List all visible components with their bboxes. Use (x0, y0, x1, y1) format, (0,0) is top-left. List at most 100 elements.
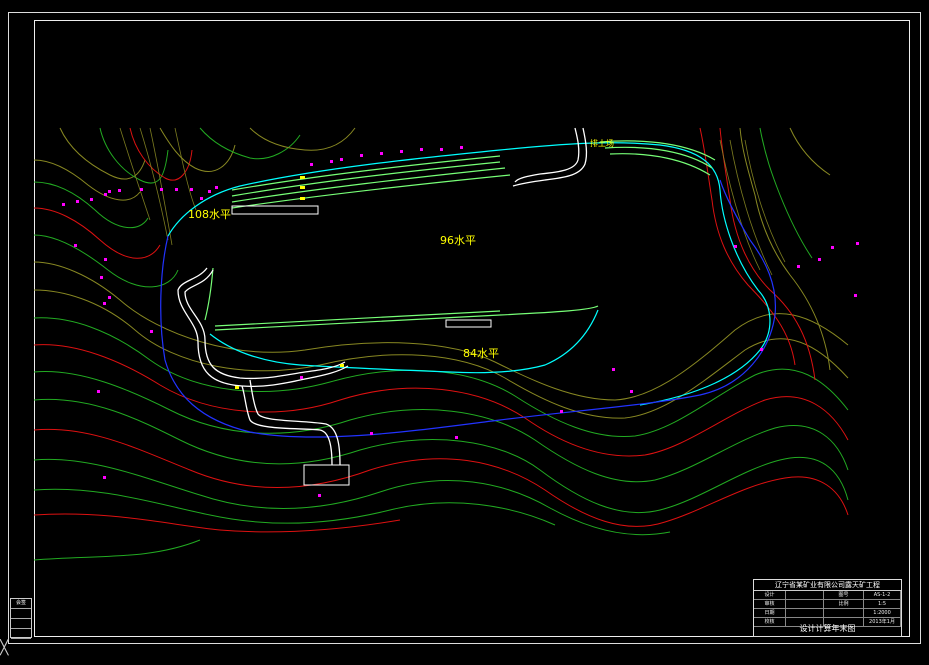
road-edge (241, 385, 333, 466)
survey-point-marker (62, 203, 65, 206)
survey-point-marker (175, 188, 178, 191)
survey-point-marker (818, 258, 821, 261)
survey-point-marker (854, 294, 857, 297)
title-block-header: 辽宁省某矿业有限公司露天矿工程 (754, 580, 901, 591)
contour-line (33, 181, 149, 229)
tb-cell: 日期 (754, 609, 786, 618)
survey-point-marker (200, 197, 203, 200)
road-edge (249, 379, 341, 466)
contour-line (33, 428, 849, 527)
survey-point-marker (76, 200, 79, 203)
survey-point-marker (104, 193, 107, 196)
survey-point-marker (797, 265, 800, 268)
pit-benches (167, 140, 771, 406)
contour-line (789, 127, 831, 176)
tb-cell: 设计 (754, 591, 786, 600)
survey-point-marker (831, 246, 834, 249)
tb-cell: AS-1-2 (864, 591, 901, 600)
tb-cell (786, 600, 824, 609)
label-road: 排土场 (590, 138, 614, 148)
survey-point-marker (108, 190, 111, 193)
drawing-title: 设计计算年末图 (799, 624, 856, 633)
contour-line (33, 488, 556, 526)
survey-point-marker (856, 242, 859, 245)
tb-cell: 比例 (824, 600, 864, 609)
bench-line (599, 140, 716, 161)
survey-point-marker (330, 160, 333, 163)
survey-point-marker (74, 244, 77, 247)
survey-point-marker (108, 296, 111, 299)
survey-point-marker (455, 436, 458, 439)
survey-point-marker (370, 432, 373, 435)
label-96-level: 96水平 (440, 234, 476, 247)
contour-line (129, 127, 193, 181)
contour-line (33, 289, 849, 419)
terrain-contours (33, 127, 849, 561)
tb-cell: 审核 (754, 600, 786, 609)
countersign-cell (11, 629, 31, 639)
survey-point-marker (97, 390, 100, 393)
survey-point-marker (420, 148, 423, 151)
survey-markers (62, 146, 859, 497)
contour-line (249, 127, 356, 151)
survey-point-marker (103, 302, 106, 305)
bench-line (214, 305, 599, 331)
survey-point-marker (460, 146, 463, 149)
survey-point-marker (103, 476, 106, 479)
survey-point-marker (318, 494, 321, 497)
tb-cell (786, 591, 824, 600)
survey-point-marker (118, 189, 121, 192)
contour-line (33, 261, 849, 401)
contour-line (159, 127, 236, 172)
contour-line (33, 159, 141, 201)
survey-point-marker (560, 410, 563, 413)
marker (340, 364, 344, 367)
bench-line (167, 142, 721, 237)
survey-point-marker (310, 163, 313, 166)
survey-point-marker (160, 188, 163, 191)
marker (300, 176, 305, 179)
countersign-cell: 会签 (11, 599, 31, 609)
survey-point-marker (208, 190, 211, 193)
survey-point-marker (630, 390, 633, 393)
survey-point-marker (400, 150, 403, 153)
bench-line (231, 167, 506, 203)
contour-line (699, 127, 796, 366)
survey-point-marker (734, 245, 737, 248)
haul-road (177, 127, 588, 466)
contour-line (759, 127, 813, 259)
road-edge (514, 127, 580, 183)
platform-84 (445, 319, 492, 328)
tb-cell (786, 609, 824, 618)
survey-point-marker (90, 198, 93, 201)
countersign-cell (11, 619, 31, 629)
survey-point-marker (612, 368, 615, 371)
survey-point-marker (190, 188, 193, 191)
tb-cell (824, 609, 864, 618)
contour-line (33, 207, 161, 259)
yellow-markers (235, 176, 344, 389)
survey-point-marker (360, 154, 363, 157)
tb-cell: 1:5 (864, 600, 901, 609)
bench-line (609, 153, 711, 176)
bench-line (209, 309, 599, 374)
marker (235, 386, 239, 389)
survey-point-marker (760, 348, 763, 351)
platform-108 (231, 205, 319, 215)
contour-line (199, 127, 301, 160)
label-84-level: 84水平 (463, 347, 499, 360)
bench-line (604, 146, 713, 169)
bench-line (231, 174, 511, 209)
contour-line (33, 539, 201, 561)
tb-cell: 1:2000 (864, 609, 901, 618)
countersign-box: 会签 (10, 598, 32, 639)
countersign-cell (11, 609, 31, 619)
label-108-level: 108水平 (188, 208, 231, 221)
survey-point-marker (104, 258, 107, 261)
survey-point-marker (300, 376, 303, 379)
survey-point-marker (100, 276, 103, 279)
hillside-hatch (719, 139, 786, 276)
survey-point-marker (380, 152, 383, 155)
survey-point-marker (440, 148, 443, 151)
survey-point-marker (340, 158, 343, 161)
